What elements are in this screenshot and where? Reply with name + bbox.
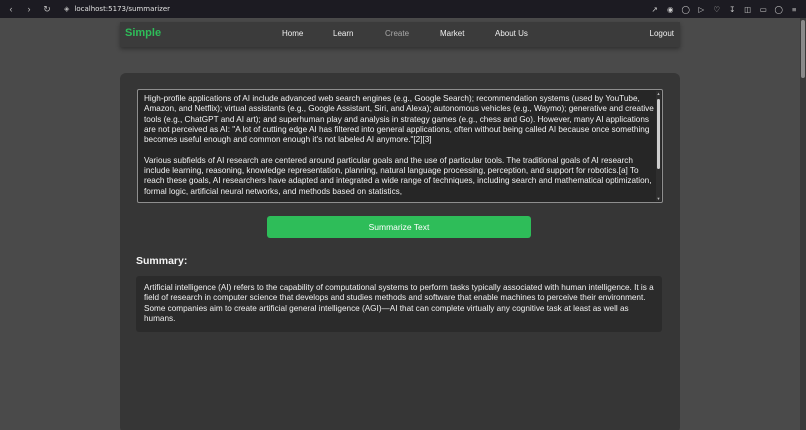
textarea-scrollbar[interactable]: ▲ ▼ — [656, 91, 661, 201]
summary-text: Artificial intelligence (AI) refers to t… — [144, 283, 654, 323]
scroll-up-icon[interactable]: ▲ — [656, 91, 661, 96]
browser-extensions: ↗ ◉ ◯ ▷ ♡ ↧ ◫ ▭ ◯ ≡ — [647, 2, 802, 16]
sidebar-icon[interactable]: ◫ — [740, 2, 756, 16]
nav-learn[interactable]: Learn — [333, 29, 353, 38]
summary-heading: Summary: — [136, 255, 188, 267]
share-icon[interactable]: ↗ — [647, 2, 663, 16]
logout-button[interactable]: Logout — [650, 29, 674, 38]
page-scrollbar[interactable] — [800, 18, 806, 430]
input-textarea[interactable]: High-profile applications of AI include … — [137, 89, 663, 203]
download-icon[interactable]: ↧ — [725, 2, 741, 16]
app-navbar: Simple Home Learn Create Market About Us… — [120, 22, 680, 47]
textarea-scrollbar-thumb[interactable] — [657, 99, 660, 169]
nav-about-us[interactable]: About Us — [495, 29, 528, 38]
reload-icon[interactable]: ↻ — [40, 2, 54, 16]
summarizer-card: High-profile applications of AI include … — [120, 73, 680, 430]
camera-icon[interactable]: ◉ — [663, 2, 679, 16]
browser-toolbar: ‹ › ↻ ◈ localhost:5173/summarizer ↗ ◉ ◯ … — [0, 0, 806, 18]
summarize-button[interactable]: Summarize Text — [267, 216, 531, 238]
profile-icon[interactable]: ◯ — [771, 2, 787, 16]
site-info-icon[interactable]: ◈ — [64, 5, 69, 13]
nav-create[interactable]: Create — [385, 29, 409, 38]
shield-icon[interactable]: ◯ — [678, 2, 694, 16]
back-arrow-icon[interactable]: ‹ — [4, 2, 18, 16]
input-text: High-profile applications of AI include … — [144, 94, 654, 196]
page-scrollbar-thumb[interactable] — [801, 20, 805, 78]
address-bar[interactable]: ◈ localhost:5173/summarizer — [58, 2, 176, 16]
summary-output: Artificial intelligence (AI) refers to t… — [136, 276, 662, 332]
nav-market[interactable]: Market — [440, 29, 464, 38]
scroll-down-icon[interactable]: ▼ — [656, 196, 661, 201]
brand-logo[interactable]: Simple — [125, 27, 161, 39]
heart-icon[interactable]: ♡ — [709, 2, 725, 16]
forward-arrow-icon[interactable]: › — [22, 2, 36, 16]
nav-home[interactable]: Home — [282, 29, 303, 38]
play-icon[interactable]: ▷ — [694, 2, 710, 16]
menu-icon[interactable]: ≡ — [787, 2, 803, 16]
url-text: localhost:5173/summarizer — [74, 5, 171, 13]
wallet-icon[interactable]: ▭ — [756, 2, 772, 16]
